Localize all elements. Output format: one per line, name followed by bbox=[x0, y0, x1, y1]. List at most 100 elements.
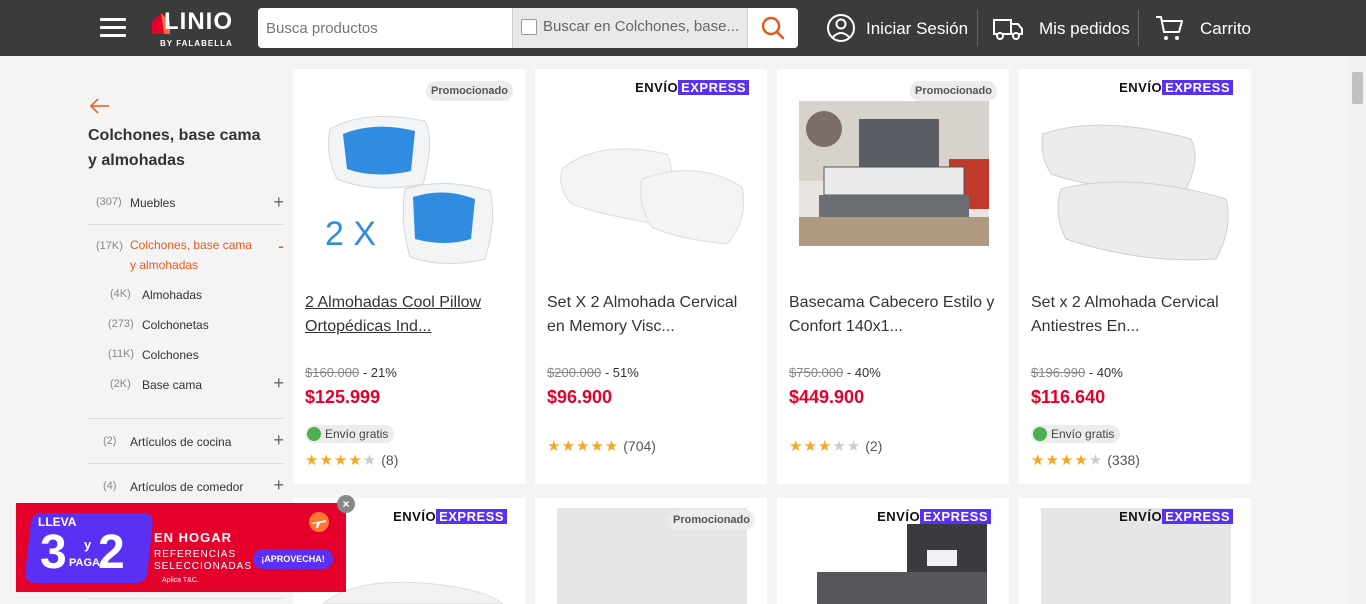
product-image[interactable] bbox=[557, 99, 747, 274]
pillow-image: 2 X bbox=[325, 116, 494, 265]
rating-stars: ★★★★★ (2) bbox=[789, 437, 883, 455]
divider bbox=[88, 463, 284, 464]
product-card[interactable]: 2 X Promocionado 2 Almohadas Cool Pillow… bbox=[293, 69, 525, 484]
promo-banner[interactable]: LLEVA 3 y 2 PAGA EN HOGAR REFERENCIAS SE… bbox=[16, 503, 346, 592]
category-count: (2K) bbox=[110, 378, 131, 390]
category-name: Colchones, base cama y almohadas bbox=[130, 238, 253, 272]
current-price: $449.900 bbox=[789, 387, 865, 407]
express-label-1: ENVÍO bbox=[393, 509, 437, 524]
review-count: (8) bbox=[381, 452, 399, 468]
category-name: Colchonetas bbox=[142, 318, 209, 332]
divider bbox=[88, 598, 284, 599]
promoted-badge: Promocionado bbox=[909, 81, 997, 101]
express-shipping-badge: ENVÍO EXPRESS bbox=[393, 509, 507, 524]
product-title[interactable]: 2 Almohadas Cool Pillow Ortopédicas Ind.… bbox=[305, 291, 515, 339]
sidebar-title: Colchones, base cama y almohadas bbox=[88, 127, 261, 169]
search-category-filter[interactable]: Buscar en Colchones, base... bbox=[512, 8, 748, 48]
sidebar-item-articulos-cocina[interactable]: (2) Artículos de cocina + bbox=[88, 430, 284, 452]
product-card[interactable]: ENVÍO EXPRESS bbox=[1019, 498, 1251, 604]
promoted-badge: Promocionado bbox=[425, 81, 513, 101]
product-image[interactable] bbox=[799, 99, 989, 274]
login-label: Iniciar Sesión bbox=[866, 19, 969, 38]
product-card[interactable]: Promocionado Basecama Cabecero Estilo y … bbox=[777, 69, 1009, 484]
price-line: $750.000 - 40% bbox=[789, 365, 881, 380]
promo-two: 2 bbox=[98, 526, 125, 579]
page-scrollbar[interactable] bbox=[1349, 56, 1366, 604]
current-price: $116.640 bbox=[1031, 387, 1106, 407]
search-category-label: Buscar en Colchones, base... bbox=[543, 18, 739, 35]
product-card[interactable]: Promocionado bbox=[535, 498, 767, 604]
category-count: (307) bbox=[96, 196, 122, 208]
free-shipping-label: Envío gratis bbox=[325, 427, 389, 441]
menu-icon[interactable] bbox=[100, 18, 126, 38]
truck-icon bbox=[1033, 427, 1047, 441]
scrollbar-thumb[interactable] bbox=[1352, 72, 1363, 104]
expand-icon[interactable]: + bbox=[273, 430, 284, 451]
back-arrow-icon[interactable] bbox=[88, 96, 112, 116]
review-count: (704) bbox=[623, 438, 656, 454]
linio-logo[interactable]: LINIO BY FALABELLA bbox=[150, 8, 245, 50]
expand-icon[interactable]: + bbox=[273, 373, 284, 394]
sidebar-item-colchones-base-cama[interactable]: (17K) Colchones, base cama y almohadas - bbox=[88, 235, 284, 275]
svg-text:2 X: 2 X bbox=[325, 215, 376, 253]
product-card[interactable]: ENVÍO EXPRESS bbox=[777, 498, 1009, 604]
rating-stars: ★★★★★ (704) bbox=[547, 437, 656, 455]
current-price: $125.999 bbox=[305, 387, 381, 407]
express-label-1: ENVÍO bbox=[1119, 80, 1163, 95]
express-label-2: EXPRESS bbox=[920, 509, 991, 524]
category-count: (273) bbox=[108, 318, 134, 330]
promo-cta-button[interactable]: ¡APROVECHA! bbox=[253, 549, 333, 569]
express-label-1: ENVÍO bbox=[1119, 509, 1163, 524]
review-count: (338) bbox=[1107, 452, 1140, 468]
cart-label: Carrito bbox=[1200, 19, 1252, 38]
sidebar-item-muebles[interactable]: (307) Muebles + bbox=[88, 192, 284, 217]
orders-link[interactable]: Mis pedidos bbox=[992, 12, 1132, 44]
old-price: $196.990 bbox=[1031, 365, 1086, 380]
rating-stars: ★★★★★ (338) bbox=[1031, 451, 1140, 469]
plane-icon bbox=[309, 512, 329, 532]
express-shipping-badge: ENVÍO EXPRESS bbox=[635, 80, 749, 95]
sidebar-item-colchones[interactable]: (11K) Colchones bbox=[88, 345, 284, 365]
search-input[interactable] bbox=[258, 8, 512, 48]
login-link[interactable]: Iniciar Sesión bbox=[826, 12, 969, 44]
sidebar-item-articulos-comedor[interactable]: (4) Artículos de comedor + bbox=[88, 475, 284, 497]
discount: - 40% bbox=[1088, 365, 1123, 380]
product-card[interactable]: ENVÍO EXPRESS Set X 2 Almohada Cervical e… bbox=[535, 69, 767, 484]
old-price: $750.000 bbox=[789, 365, 844, 380]
close-promo-button[interactable]: × bbox=[337, 495, 355, 513]
product-card[interactable]: ENVÍO EXPRESS Set x 2 Almohada Cervical A… bbox=[1019, 69, 1251, 484]
price-line: $200.000 - 51% bbox=[547, 365, 639, 380]
category-count: (2) bbox=[103, 435, 117, 447]
product-title[interactable]: Basecama Cabecero Estilo y Confort 140x1… bbox=[789, 291, 999, 339]
cart-link[interactable]: Carrito bbox=[1154, 12, 1254, 44]
category-count: (4) bbox=[103, 480, 117, 492]
expand-icon[interactable]: + bbox=[273, 192, 284, 213]
user-icon bbox=[827, 14, 855, 42]
price-line: $160.000 - 21% bbox=[305, 365, 397, 380]
promo-three: 3 bbox=[40, 526, 67, 579]
category-name: Artículos de cocina bbox=[130, 435, 232, 449]
old-price: $160.000 bbox=[305, 365, 360, 380]
product-image[interactable]: 2 X bbox=[315, 99, 505, 274]
search-category-checkbox[interactable] bbox=[521, 19, 537, 35]
sidebar-item-colchonetas[interactable]: (273) Colchonetas bbox=[88, 315, 284, 335]
product-title[interactable]: Set x 2 Almohada Cervical Antiestres En.… bbox=[1031, 291, 1241, 339]
free-shipping-label: Envío gratis bbox=[1051, 427, 1115, 441]
express-shipping-badge: ENVÍO EXPRESS bbox=[1119, 80, 1233, 95]
express-label-2: EXPRESS bbox=[436, 509, 507, 524]
product-image[interactable] bbox=[1041, 99, 1231, 274]
expand-icon[interactable]: + bbox=[273, 475, 284, 496]
bed-image bbox=[817, 524, 987, 604]
header-divider bbox=[1138, 10, 1139, 46]
express-label-2: EXPRESS bbox=[1162, 80, 1233, 95]
promo-referencias: REFERENCIAS SELECCIONADAS bbox=[154, 549, 253, 572]
category-name: Muebles bbox=[130, 196, 176, 210]
sidebar-item-almohadas[interactable]: (4K) Almohadas bbox=[88, 285, 284, 305]
category-name: Artículos de comedor bbox=[130, 480, 244, 494]
product-title[interactable]: Set X 2 Almohada Cervical en Memory Visc… bbox=[547, 291, 757, 339]
promo-terms: Aplica T&C. bbox=[162, 577, 199, 584]
sidebar-item-base-cama[interactable]: (2K) Base cama + bbox=[88, 373, 284, 395]
search-button[interactable] bbox=[748, 8, 798, 48]
top-header: LINIO BY FALABELLA Buscar en Colchones, … bbox=[0, 0, 1366, 56]
collapse-icon[interactable]: - bbox=[278, 236, 284, 257]
